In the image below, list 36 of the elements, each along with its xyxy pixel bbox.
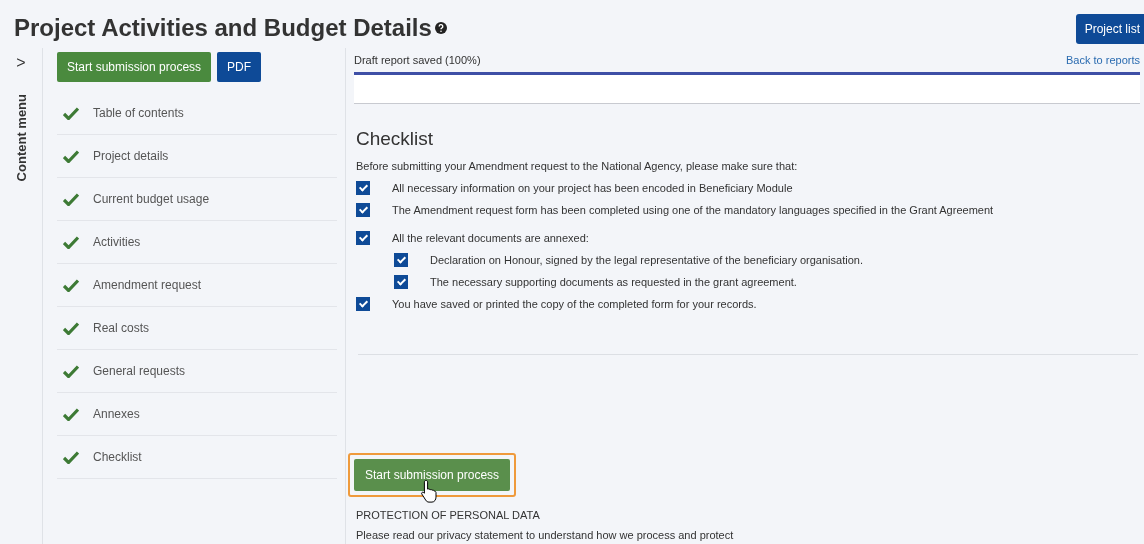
menu-item[interactable]: Annexes xyxy=(57,393,337,436)
draft-status: Draft report saved (100%) xyxy=(354,54,481,66)
checkbox[interactable] xyxy=(356,203,370,217)
menu-item[interactable]: General requests xyxy=(57,350,337,393)
project-list-button[interactable]: Project list xyxy=(1075,14,1144,44)
pdf-button[interactable]: PDF xyxy=(217,52,262,82)
checklist-item-text: All necessary information on your project has been encoded in Beneficiary Module xyxy=(392,182,793,194)
checklist-item-text: You have saved or printed the copy of the completed form for your records. xyxy=(392,298,757,310)
back-to-reports-link[interactable]: Back to reports xyxy=(1066,54,1144,66)
expand-menu-button[interactable]: > xyxy=(12,54,30,72)
help-icon[interactable] xyxy=(434,22,447,34)
hand-cursor-icon xyxy=(420,479,440,503)
menu-item[interactable]: Activities xyxy=(57,221,337,264)
menu-item[interactable]: Table of contents xyxy=(57,92,337,135)
privacy-text: Please read our privacy statement to understand how we process and protect xyxy=(356,529,735,541)
checklist-item-text: Declaration on Honour, signed by the legal representative of the beneficiary organisation. xyxy=(430,254,863,266)
checkbox[interactable] xyxy=(356,231,370,245)
menu-item[interactable]: Real costs xyxy=(57,307,337,350)
protection-heading: PROTECTION OF PERSONAL DATA xyxy=(356,509,541,521)
menu-item[interactable]: Amendment request xyxy=(57,264,337,307)
checklist-item-text: The necessary supporting documents as requested in the grant agreement. xyxy=(430,276,797,288)
menu-item[interactable]: Project details xyxy=(57,135,337,178)
start-submission-button[interactable]: Start submission process xyxy=(354,459,511,491)
checklist-intro: Before submitting your Amendment request to the National Agency, please make sure that: xyxy=(356,160,799,172)
checklist-item-text: The Amendment request form has been completed using one of the mandatory languages specified in the Grant Agreement xyxy=(392,204,994,216)
menu-item[interactable]: Current budget usage xyxy=(57,178,337,221)
checklist-item-text: All the relevant documents are annexed: xyxy=(392,232,589,244)
menu-item[interactable]: Checklist xyxy=(57,436,337,479)
checkbox[interactable] xyxy=(356,297,370,311)
content-menu-label: Content menu xyxy=(13,94,29,182)
start-submission-button[interactable]: Start submission process xyxy=(57,52,212,82)
checkbox[interactable] xyxy=(394,275,408,289)
checklist-heading: Checklist xyxy=(356,128,435,150)
page-title: Project Activities and Budget Details xyxy=(14,14,432,42)
checkbox[interactable] xyxy=(356,181,370,195)
checkbox[interactable] xyxy=(394,253,408,267)
